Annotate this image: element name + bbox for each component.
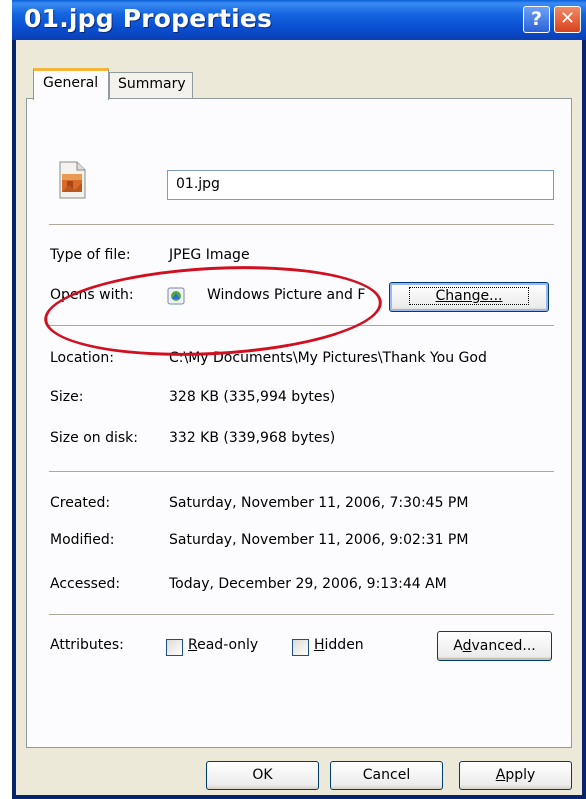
tab-summary[interactable]: Summary [109, 72, 193, 99]
cancel-button[interactable]: Cancel [330, 761, 443, 790]
modified-value: Saturday, November 11, 2006, 9:02:31 PM [169, 532, 469, 548]
advanced-text: vanced... [471, 638, 536, 654]
ok-button[interactable]: OK [206, 761, 319, 790]
size-value: 328 KB (335,994 bytes) [169, 389, 336, 405]
size-on-disk-label: Size on disk: [50, 430, 138, 446]
read-only-text: ead-only [197, 637, 259, 653]
hidden-accesskey: H [314, 637, 325, 653]
attributes-label: Attributes: [50, 637, 124, 653]
hidden-text: idden [324, 637, 364, 653]
jpeg-file-icon [59, 161, 86, 199]
read-only-accesskey: R [188, 637, 198, 653]
separator [49, 224, 554, 226]
created-label: Created: [50, 495, 111, 511]
apply-text: pply [505, 767, 536, 783]
dialog-body: General Summary 01.jpg Type of file: JPE… [16, 40, 582, 795]
type-of-file-label: Type of file: [50, 247, 131, 263]
file-name-field[interactable]: 01.jpg [167, 170, 554, 200]
advanced-prefix: A [453, 638, 463, 654]
tab-general[interactable]: General [33, 68, 109, 100]
created-value: Saturday, November 11, 2006, 7:30:45 PM [169, 495, 469, 511]
accessed-label: Accessed: [50, 576, 121, 592]
change-button-label: Change... [408, 287, 530, 305]
hidden-checkbox[interactable] [292, 639, 309, 656]
properties-dialog: 01.jpg Properties ? ✕ General Summary 01… [12, 0, 586, 799]
read-only-checkbox[interactable] [166, 639, 183, 656]
size-on-disk-value: 332 KB (339,968 bytes) [169, 430, 336, 446]
accessed-value: Today, December 29, 2006, 9:13:44 AM [169, 576, 447, 592]
red-highlight-ellipse [41, 258, 385, 364]
apply-accesskey: A [495, 767, 506, 783]
size-label: Size: [50, 389, 84, 405]
general-panel: 01.jpg Type of file: JPEG Image Opens wi… [26, 98, 572, 748]
hidden-label[interactable]: Hidden [314, 637, 364, 653]
window-title: 01.jpg Properties [24, 4, 273, 33]
help-button[interactable]: ? [523, 6, 550, 33]
separator [49, 614, 554, 616]
close-button[interactable]: ✕ [554, 6, 581, 33]
location-label: Location: [50, 350, 114, 366]
title-bar[interactable]: 01.jpg Properties ? ✕ [12, 0, 586, 40]
read-only-label[interactable]: Read-only [188, 637, 258, 653]
advanced-button[interactable]: Advanced... [437, 631, 552, 661]
separator [49, 471, 554, 473]
type-of-file-value: JPEG Image [169, 247, 250, 263]
modified-label: Modified: [50, 532, 115, 548]
change-button[interactable]: Change... [389, 282, 549, 312]
apply-button[interactable]: Apply [459, 761, 572, 790]
